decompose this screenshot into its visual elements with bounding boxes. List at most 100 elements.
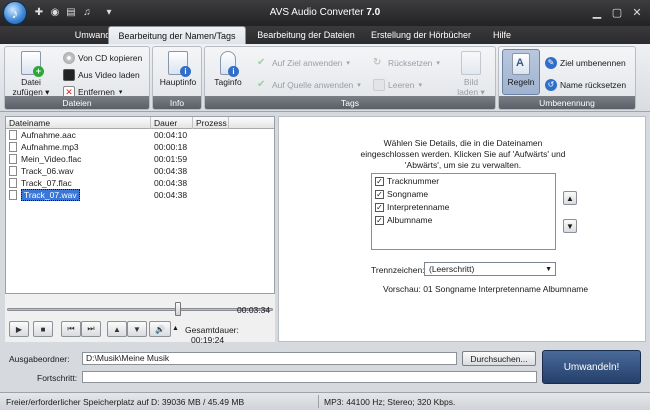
reset-button[interactable]: ↻ Rücksetzen ▾ [373,55,440,71]
volume-button[interactable]: 🔊 [149,321,171,337]
play-button[interactable]: ▶ [9,321,29,337]
table-row[interactable]: Aufnahme.mp3 00:00:18 [6,141,274,153]
apply-to-target-button[interactable]: ✔ Auf Ziel anwenden ▾ [257,55,350,71]
file-name-cell: Aufnahme.mp3 [6,142,151,152]
rules-label: Regeln [507,77,535,87]
image-load-button[interactable]: Bild laden ▾ [451,51,491,97]
next-button[interactable]: ⏭ [81,321,101,337]
output-folder-input[interactable]: D:\Musik\Meine Musik [82,352,457,365]
preview-value: 01 Songname Interpretenname Albumname [423,284,589,294]
arrow-up-icon: ▲ [566,193,574,203]
file-duration: 00:01:59 [154,154,188,164]
hauptinfo-button[interactable]: i Hauptinfo [155,51,201,87]
file-panel: Dateiname Dauer Prozess Aufnahme.aac 00:0… [5,116,275,345]
info-document-icon: i [168,51,191,77]
disk-space-status: Freier/erforderlicher Speicherplatz auf … [6,397,245,407]
browse-button[interactable]: Durchsuchen... [462,351,536,366]
checkbox[interactable]: ✓ [375,202,384,212]
move-down-detail-button[interactable]: ▼ [563,219,577,233]
table-row[interactable]: Track_06.wav 00:04:38 [6,165,274,177]
total-duration: Gesamtdauer: 00:19:24 [185,325,275,345]
checkbox[interactable]: ✓ [375,189,384,199]
total-duration-label: Gesamtdauer: [185,325,239,335]
progress-label: Fortschritt: [37,373,78,383]
checkbox[interactable]: ✓ [375,176,384,186]
table-row[interactable]: Track_07.wav 00:04:38 [6,189,274,201]
table-body: Aufnahme.aac 00:04:10 Aufnahme.mp3 00:00:18… [6,129,274,201]
table-row[interactable]: Mein_Video.flac 00:01:59 [6,153,274,165]
seek-track[interactable] [7,308,273,311]
volume-dropdown-icon[interactable]: ▲ [172,325,179,332]
apply-source-dropdown-icon: ▾ [357,82,361,89]
output-folder-label: Ausgabeordner: [9,354,70,364]
previous-button[interactable]: ⏮ [61,321,81,337]
column-header-process[interactable]: Prozess [193,117,229,129]
group-label-dateien: Dateien [5,96,149,109]
tab-hilfe[interactable]: Hilfe [484,26,520,44]
file-name: Mein_Video.flac [21,154,82,164]
image-load-label-1: Bild [463,77,479,87]
file-icon [9,142,17,152]
detail-item[interactable]: ✓ Interpretenname [372,201,555,213]
reset-name-icon: ↺ [545,79,557,91]
move-down-button[interactable]: ▼ [127,321,147,337]
ribbon: + Datei zufügen ▾ Von CD kopieren Aus Vi… [0,44,650,112]
reset-dropdown-icon: ▾ [436,60,440,67]
file-icon [9,166,17,176]
move-down-icon: ▼ [133,324,141,334]
cd-icon [63,52,75,64]
file-name-cell: Track_07.wav [6,189,151,201]
stop-button[interactable]: ■ [33,321,53,337]
table-row[interactable]: Aufnahme.aac 00:04:10 [6,129,274,141]
reset-name-button[interactable]: ↺ Name rücksetzen [545,77,626,93]
move-up-detail-button[interactable]: ▲ [563,191,577,205]
rename-icon: ✎ [545,57,557,69]
table-header: Dateiname Dauer Prozess [6,117,274,129]
clear-button[interactable]: Leeren ▾ [373,77,422,93]
minimize-icon[interactable]: ▁ [588,4,606,20]
tab-dateien[interactable]: Bearbeitung der Dateien [252,26,360,44]
group-label-info: Info [153,96,201,109]
tab-bar: Umwandlung Bearbeitung der Namen/Tags Be… [0,26,650,44]
cd-copy-label: Von CD kopieren [78,53,143,63]
move-up-button[interactable]: ▲ [107,321,127,337]
rename-target-button[interactable]: ✎ Ziel umbenennen [545,55,626,71]
detail-item[interactable]: ✓ Songname [372,188,555,200]
convert-button[interactable]: Umwandeln! [542,350,641,384]
detail-item[interactable]: ✓ Tracknummer [372,175,555,187]
video-load-button[interactable]: Aus Video laden [63,67,140,83]
detail-item[interactable]: ✓ Albumname [372,214,555,226]
file-name-cell: Track_07.flac [6,178,151,188]
separator-select[interactable]: (Leerschritt) ▼ [424,262,556,276]
file-duration: 00:04:10 [154,130,188,140]
position-time: 00:03:34 [237,305,271,315]
file-icon [9,178,17,188]
close-icon[interactable]: ✕ [628,4,646,20]
taginfo-button[interactable]: i Taginfo [209,51,247,87]
add-file-button[interactable]: + Datei zufügen ▾ [11,51,51,97]
apply-to-source-button[interactable]: ✔ Auf Quelle anwenden ▾ [257,77,361,93]
checkbox[interactable]: ✓ [375,215,384,225]
window-title: AVS Audio Converter 7.0 [0,7,650,18]
move-up-icon: ▲ [113,324,121,334]
rules-button[interactable]: A Regeln [502,49,540,95]
file-name-cell: Aufnahme.aac [6,130,151,140]
hauptinfo-label: Hauptinfo [159,77,197,87]
chevron-down-icon: ▼ [545,265,552,273]
column-header-duration[interactable]: Dauer [151,117,193,129]
file-icon [9,130,17,140]
ribbon-group-dateien: + Datei zufügen ▾ Von CD kopieren Aus Vi… [4,46,150,110]
file-name-cell: Mein_Video.flac [6,154,151,164]
column-header-name[interactable]: Dateiname [6,117,151,129]
group-label-umbenennung: Umbenennung [499,96,635,109]
tab-namen-tags[interactable]: Bearbeitung der Namen/Tags [108,26,246,44]
cd-copy-button[interactable]: Von CD kopieren [63,50,142,66]
detail-label: Albumname [387,215,433,225]
tab-hoerbuecher[interactable]: Erstellung der Hörbücher [368,26,474,44]
seek-bar[interactable] [7,302,273,316]
reset-label: Rücksetzen [388,58,433,68]
table-row[interactable]: Track_07.flac 00:04:38 [6,177,274,189]
seek-thumb[interactable] [175,302,181,316]
maximize-icon[interactable]: ▢ [608,4,626,20]
remove-dropdown-icon: ▾ [118,89,123,96]
